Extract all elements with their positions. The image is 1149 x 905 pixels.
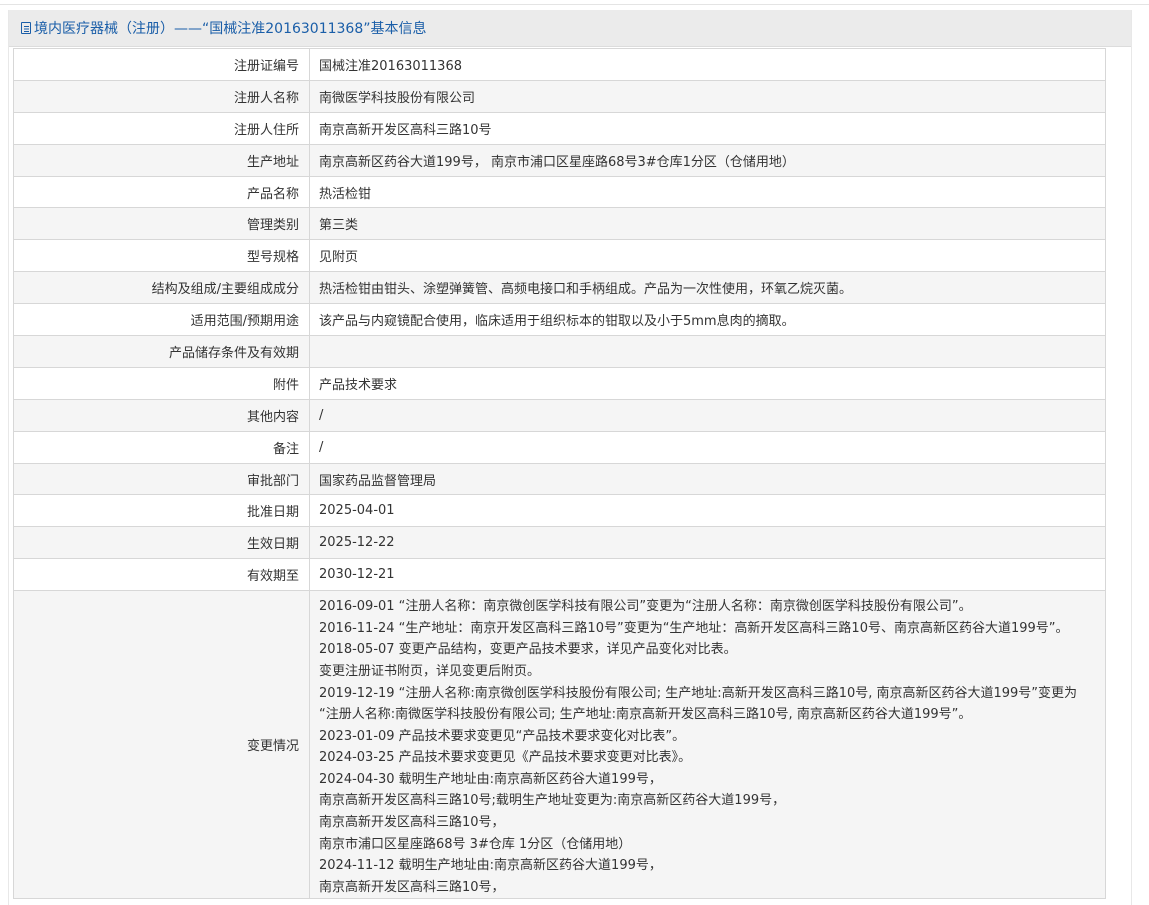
row-value: / bbox=[309, 430, 1106, 464]
info-table: 注册证编号 国械注准20163011368 注册人名称 南微医学科技股份有限公司… bbox=[13, 48, 1106, 900]
change-line: 南京市浦口区星座路68号 3#仓库 1分区（仓储用地） bbox=[319, 836, 632, 852]
change-line: 2016-09-01 “注册人名称：南京微创医学科技有限公司”变更为“注册人名称… bbox=[319, 599, 972, 615]
row-label: 附件 bbox=[13, 366, 310, 400]
row-value: 热活检钳由钳头、涂塑弹簧管、高频电接口和手柄组成。产品为一次性使用，环氧乙烷灭菌… bbox=[309, 271, 1106, 305]
change-line: 2016-11-24 “生产地址：南京开发区高科三路10号”变更为“生产地址：高… bbox=[319, 620, 1069, 636]
row-value: 南京高新区药谷大道199号， 南京市浦口区星座路68号3#仓库1分区（仓储用地） bbox=[309, 143, 1106, 177]
table-row: 产品名称 热活检钳 bbox=[13, 175, 1106, 209]
table-row: 产品储存条件及有效期 bbox=[13, 335, 1106, 368]
table-row: 生效日期 2025-12-22 bbox=[13, 526, 1106, 560]
row-value: 南京高新开发区高科三路10号 bbox=[309, 111, 1106, 145]
row-label: 型号规格 bbox=[13, 239, 310, 273]
row-label: 备注 bbox=[13, 430, 310, 464]
row-label: 审批部门 bbox=[13, 462, 310, 496]
change-line: 南京高新开发区高科三路10号;载明生产地址变更为:南京高新区药谷大道199号， bbox=[319, 793, 786, 809]
row-label: 注册人名称 bbox=[13, 79, 310, 113]
row-label: 适用范围/预期用途 bbox=[13, 303, 310, 337]
panel-header: 境内医疗器械（注册）——“国械注准20163011368”基本信息 bbox=[9, 10, 1131, 47]
row-value: 2025-04-01 bbox=[309, 494, 1106, 528]
table-row: 其他内容 / bbox=[13, 398, 1106, 432]
row-label: 注册人住所 bbox=[13, 111, 310, 145]
table-row: 批准日期 2025-04-01 bbox=[13, 494, 1106, 528]
row-label: 结构及组成/主要组成成分 bbox=[13, 271, 310, 305]
row-value: 2025-12-22 bbox=[309, 526, 1106, 560]
row-value: 第三类 bbox=[309, 207, 1106, 241]
table-row: 有效期至 2030-12-21 bbox=[13, 558, 1106, 592]
row-value: / bbox=[309, 398, 1106, 432]
row-value: 热活检钳 bbox=[309, 175, 1106, 209]
row-value: 南微医学科技股份有限公司 bbox=[309, 79, 1106, 113]
table-row: 注册人住所 南京高新开发区高科三路10号 bbox=[13, 111, 1106, 145]
row-label: 有效期至 bbox=[13, 558, 310, 592]
row-label: 其他内容 bbox=[13, 398, 310, 432]
row-value: 2030-12-21 bbox=[309, 558, 1106, 592]
table-row: 适用范围/预期用途 该产品与内窥镜配合使用，临床适用于组织标本的钳取以及小于5m… bbox=[13, 303, 1106, 337]
row-label: 注册证编号 bbox=[13, 48, 310, 81]
change-line: 2024-11-12 载明生产地址由:南京高新区药谷大道199号， bbox=[319, 858, 662, 874]
table-row: 管理类别 第三类 bbox=[13, 207, 1106, 241]
table-row: 注册证编号 国械注准20163011368 bbox=[13, 48, 1106, 81]
change-line: 南京高新开发区高科三路10号， bbox=[319, 815, 505, 831]
row-value: 国家药品监督管理局 bbox=[309, 462, 1106, 496]
change-line: 2023-01-09 产品技术要求变更见“产品技术要求变化对比表”。 bbox=[319, 728, 686, 744]
table-row: 审批部门 国家药品监督管理局 bbox=[13, 462, 1106, 496]
table-row: 附件 产品技术要求 bbox=[13, 366, 1106, 400]
change-line: 2019-12-19 “注册人名称:南京微创医学科技股份有限公司; 生产地址:高… bbox=[319, 685, 1078, 701]
change-line: “注册人名称:南微医学科技股份有限公司; 生产地址:南京高新开发区高科三路10号… bbox=[319, 707, 972, 723]
row-value: 国械注准20163011368 bbox=[309, 48, 1106, 81]
row-label: 生效日期 bbox=[13, 526, 310, 560]
top-divider bbox=[0, 4, 1149, 5]
table-row: 生产地址 南京高新区药谷大道199号， 南京市浦口区星座路68号3#仓库1分区（… bbox=[13, 143, 1106, 177]
table-row: 型号规格 见附页 bbox=[13, 239, 1106, 273]
change-line: 2018-05-07 变更产品结构，变更产品技术要求，详见产品变化对比表。 bbox=[319, 642, 737, 658]
panel-title: 境内医疗器械（注册）——“国械注准20163011368”基本信息 bbox=[34, 21, 427, 37]
row-value: 产品技术要求 bbox=[309, 366, 1106, 400]
table-row: 备注 / bbox=[13, 430, 1106, 464]
change-line: 2024-04-30 载明生产地址由:南京高新区药谷大道199号， bbox=[319, 771, 662, 787]
row-value bbox=[309, 335, 1106, 368]
document-icon bbox=[21, 22, 31, 34]
table-row: 结构及组成/主要组成成分 热活检钳由钳头、涂塑弹簧管、高频电接口和手柄组成。产品… bbox=[13, 271, 1106, 305]
row-label: 生产地址 bbox=[13, 143, 310, 177]
table-row: 注册人名称 南微医学科技股份有限公司 bbox=[13, 79, 1106, 113]
change-history-row: 变更情况 2016-09-01 “注册人名称：南京微创医学科技有限公司”变更为“… bbox=[13, 590, 1106, 900]
row-value: 该产品与内窥镜配合使用，临床适用于组织标本的钳取以及小于5mm息肉的摘取。 bbox=[309, 303, 1106, 337]
change-line: 2024-03-25 产品技术要求变更见《产品技术要求变更对比表》。 bbox=[319, 750, 692, 766]
change-history-label: 变更情况 bbox=[13, 590, 310, 900]
change-line: 南京高新开发区高科三路10号， bbox=[319, 879, 505, 895]
change-line: 变更注册证书附页，详见变更后附页。 bbox=[319, 663, 541, 679]
row-label: 管理类别 bbox=[13, 207, 310, 241]
row-label: 产品名称 bbox=[13, 175, 310, 209]
row-value: 见附页 bbox=[309, 239, 1106, 273]
row-label: 产品储存条件及有效期 bbox=[13, 335, 310, 368]
row-label: 批准日期 bbox=[13, 494, 310, 528]
change-history-value: 2016-09-01 “注册人名称：南京微创医学科技有限公司”变更为“注册人名称… bbox=[309, 590, 1106, 900]
